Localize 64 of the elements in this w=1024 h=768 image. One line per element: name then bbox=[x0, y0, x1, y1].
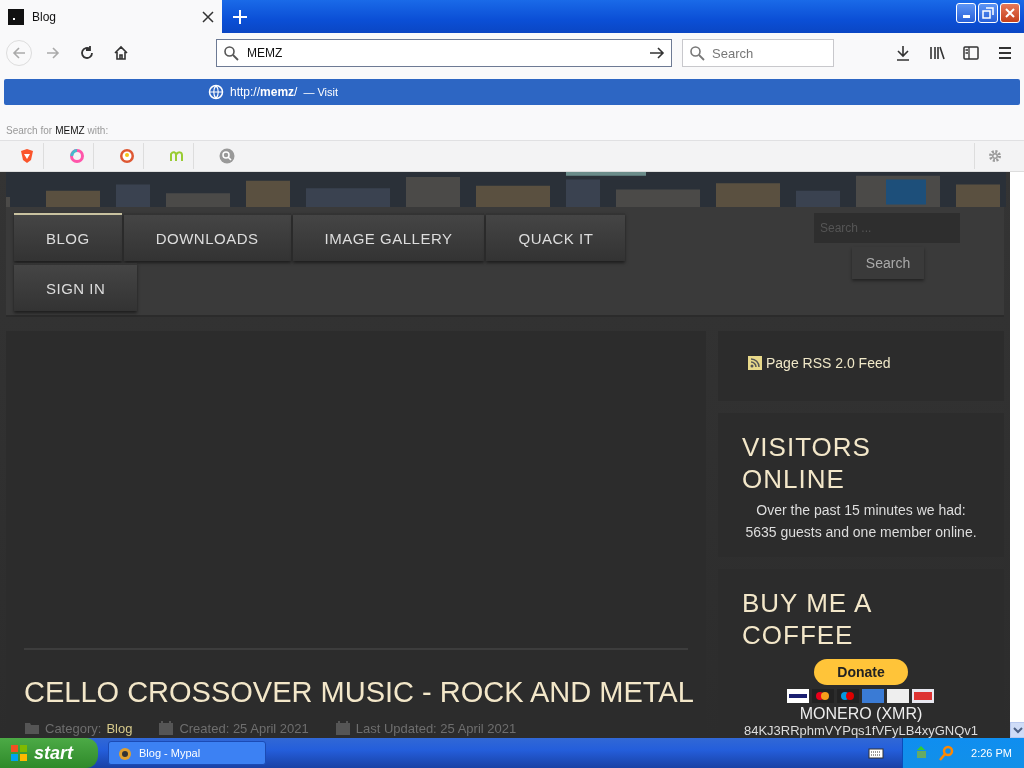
calendar-icon bbox=[334, 720, 351, 736]
forward-arrow-icon bbox=[45, 45, 61, 61]
menu-item[interactable]: SIGN IN bbox=[14, 263, 138, 311]
search-field[interactable]: Search bbox=[682, 39, 834, 67]
download-icon bbox=[895, 45, 911, 61]
rss-icon bbox=[748, 356, 762, 370]
taskbar-button[interactable]: Blog - Mypal bbox=[108, 741, 266, 765]
url-field[interactable]: MEMZ bbox=[216, 39, 672, 67]
created-date: Created: 25 April 2021 bbox=[179, 720, 309, 736]
back-arrow-icon bbox=[11, 45, 27, 61]
category-label: Category: bbox=[45, 720, 102, 736]
clock: 2:26 PM bbox=[971, 747, 1012, 759]
coffee-title: BUY ME A COFFEE bbox=[742, 587, 872, 651]
scrollbar[interactable] bbox=[1010, 172, 1024, 738]
wallet-address: 84KJ3RRphmVYPqs1fVFyLB4xyGNQv1 bbox=[743, 723, 979, 738]
close-tab-button[interactable] bbox=[202, 10, 214, 23]
magnifier-icon bbox=[939, 745, 956, 761]
go-arrow-icon bbox=[649, 45, 665, 61]
menu-item[interactable]: QUACK IT bbox=[486, 213, 626, 261]
article-title: CELLO CROSSOVER MUSIC - ROCK AND METAL bbox=[24, 675, 694, 710]
menu-item[interactable]: BLOG bbox=[14, 213, 122, 261]
ring-icon bbox=[68, 148, 85, 164]
home-icon bbox=[113, 45, 129, 61]
menu-item[interactable]: DOWNLOADS bbox=[123, 213, 291, 261]
keyboard-icon bbox=[868, 745, 885, 761]
scroll-down-button[interactable] bbox=[1010, 722, 1024, 738]
currency-label: MONERO (XMR) bbox=[799, 705, 923, 723]
site-search-button[interactable]: Search bbox=[852, 247, 924, 279]
visitors-text: Over the past 15 minutes we had: 5635 guests and one member online. bbox=[744, 501, 978, 542]
sidebar-icon bbox=[963, 45, 979, 61]
restore-button[interactable] bbox=[978, 3, 998, 23]
search-icon bbox=[219, 148, 235, 164]
app-icon bbox=[117, 745, 133, 761]
search-icon bbox=[689, 45, 705, 61]
chevron-down-icon bbox=[1013, 726, 1023, 734]
visitors-title: VISITORS ONLINE bbox=[742, 431, 872, 495]
url-suggestion[interactable]: http://memz/ — Visit bbox=[4, 79, 1020, 105]
windows-flag-icon bbox=[10, 744, 28, 762]
minimize-icon bbox=[962, 15, 970, 18]
m-icon bbox=[168, 148, 185, 164]
search-icon bbox=[223, 45, 239, 61]
library-icon bbox=[929, 45, 945, 61]
updated-date: Last Updated: 25 April 2021 bbox=[355, 720, 517, 736]
duck-icon bbox=[118, 148, 135, 164]
close-icon bbox=[1004, 7, 1016, 19]
start-button[interactable]: start bbox=[0, 738, 98, 768]
plus-icon bbox=[233, 9, 247, 24]
category-link[interactable]: Blog bbox=[106, 720, 133, 736]
menu-icon bbox=[997, 45, 1013, 61]
minimize-button[interactable] bbox=[956, 3, 976, 23]
restore-icon bbox=[982, 7, 994, 19]
folder-icon bbox=[24, 720, 40, 736]
lion-shield-icon bbox=[18, 148, 35, 164]
rss-link[interactable]: Page RSS 2.0 Feed bbox=[742, 345, 897, 387]
menu-item[interactable]: IMAGE GALLERY bbox=[292, 213, 485, 261]
close-window-button[interactable] bbox=[1000, 3, 1020, 23]
reload-icon bbox=[79, 45, 95, 61]
close-icon bbox=[202, 10, 214, 23]
globe-icon bbox=[208, 84, 224, 100]
settings-icon bbox=[986, 148, 1003, 164]
donate-button[interactable]: Donate bbox=[814, 659, 908, 685]
calendar-icon bbox=[158, 720, 175, 736]
site-favicon-icon bbox=[8, 8, 24, 25]
browser-tab[interactable]: Blog bbox=[0, 0, 222, 33]
